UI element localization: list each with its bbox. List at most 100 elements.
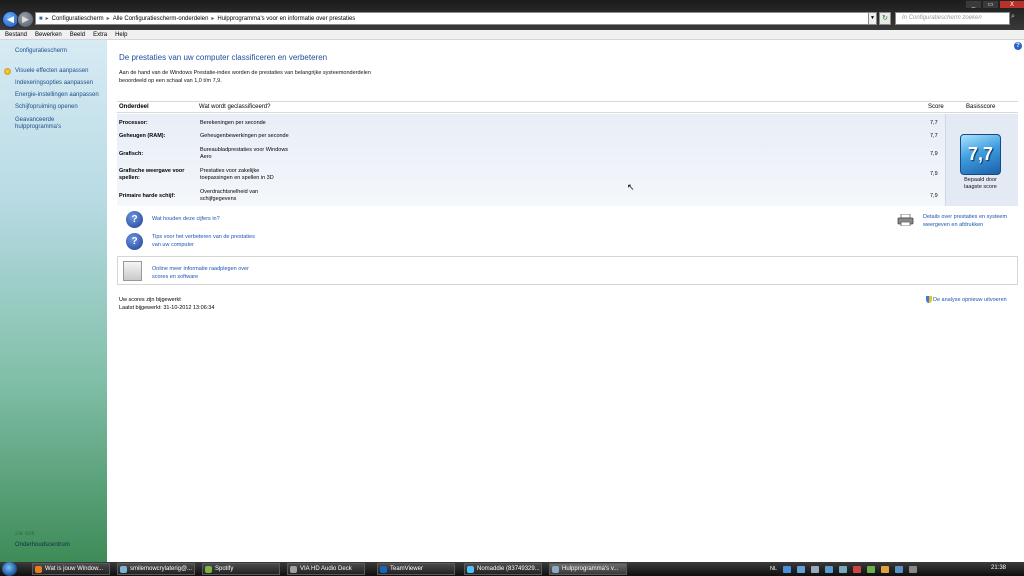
taskbar-item[interactable]: Spotify	[202, 563, 280, 575]
page-description-2: beoordeeld op een schaal van 1,0 t/m 7,9…	[119, 78, 222, 84]
sidebar-item-visual-effects[interactable]: Visuele effecten aanpassen	[15, 68, 89, 75]
tray-device-icon[interactable]	[811, 565, 820, 573]
details-link-2[interactable]: weergeven en afdrukken	[923, 221, 983, 229]
chevron-down-icon: ▼	[870, 15, 875, 21]
row-memory-score: 7,7	[930, 133, 938, 139]
tray-spotify-icon[interactable]	[867, 565, 876, 573]
taskbar-item[interactable]: Wat is jouw Window...	[32, 563, 110, 575]
search-icon[interactable]: ⌕	[1011, 13, 1015, 21]
tips-link-2[interactable]: van uw computer	[152, 241, 194, 249]
app-icon	[290, 566, 297, 573]
menu-beeld[interactable]: Beeld	[65, 32, 88, 38]
arrow-right-icon: ▶	[22, 14, 29, 24]
base-score-caption-line1: Bepaald door	[964, 177, 997, 183]
online-info-link[interactable]: Online meer informatie raadplegen over	[152, 265, 249, 273]
tray-volume-icon[interactable]	[895, 565, 904, 573]
language-indicator[interactable]: NL	[770, 566, 777, 572]
see-also-label: Zie ook	[15, 531, 35, 537]
row-gaming-label-2: spellen:	[119, 175, 140, 181]
row-graphics-desc-2: Aero	[200, 154, 212, 160]
maximize-button[interactable]: ▭	[982, 0, 999, 9]
col-rated: Wat wordt geclassificeerd?	[199, 104, 271, 110]
row-graphics-label: Grafisch:	[119, 151, 144, 157]
base-score-tile: 7,7	[960, 134, 1001, 175]
row-gaming-desc: Prestaties voor zakelijke	[200, 168, 260, 174]
tray-security-icon[interactable]	[853, 565, 862, 573]
sidebar-item-advanced-tools-2[interactable]: hulpprogramma's	[15, 124, 61, 131]
row-processor-score: 7,7	[930, 120, 938, 126]
row-disk-desc: Overdrachtsnelheid van	[200, 189, 259, 195]
taskbar-item-active[interactable]: Hulpprogramma's v...	[549, 563, 627, 575]
taskbar-item[interactable]: Nomaddie (83749329...	[464, 563, 542, 575]
app-icon	[467, 566, 474, 573]
taskbar-item[interactable]: VIA HD Audio Deck	[287, 563, 365, 575]
menu-bar: Bestand Bewerken Beeld Extra Help	[0, 30, 1024, 40]
col-score: Score	[928, 104, 944, 110]
row-gaming-desc-2: toepassingen en spellen in 3D	[200, 175, 274, 181]
row-processor-desc: Berekeningen per seconde	[200, 120, 266, 126]
arrow-left-icon: ◀	[7, 14, 14, 24]
col-component: Onderdeel	[119, 104, 149, 110]
search-input[interactable]: In Configuratiescherm zoeken	[895, 12, 1010, 25]
sidebar-item-advanced-tools[interactable]: Geavanceerde	[15, 117, 54, 124]
printer-icon	[897, 214, 914, 226]
details-link[interactable]: Details over prestaties en systeem	[923, 213, 1007, 221]
close-button[interactable]: X	[999, 0, 1024, 9]
col-base-score: Basisscore	[966, 104, 996, 110]
taskbar-item[interactable]: smilemowcrylaterig@...	[117, 563, 195, 575]
address-bar[interactable]: ■ ▸ Configuratiescherm ▸ Alle Configurat…	[35, 12, 875, 25]
taskbar-item[interactable]: TeamViewer	[377, 563, 455, 575]
sidebar-item-indexing[interactable]: Indexeringsopties aanpassen	[15, 80, 93, 87]
table-header: Onderdeel Wat wordt geclassificeerd? Sco…	[117, 101, 1018, 113]
row-disk-score: 7,9	[930, 193, 938, 199]
base-score-caption: Bepaald door laagste score	[954, 177, 1007, 191]
tray-update-icon[interactable]	[881, 565, 890, 573]
numbers-meaning-link[interactable]: Wat houden deze cijfers in?	[152, 215, 220, 223]
row-gaming-score: 7,9	[930, 171, 938, 177]
tray-teamviewer-icon[interactable]	[797, 565, 806, 573]
sidebar-item-action-center[interactable]: Onderhoudscentrum	[15, 542, 70, 549]
tray-power-icon[interactable]	[909, 565, 918, 573]
row-disk-desc-2: schijfgegevens	[200, 196, 237, 202]
status-updated: Uw scores zijn bijgewerkt	[119, 297, 181, 303]
row-processor-label: Processor:	[119, 120, 148, 126]
online-info-link-2[interactable]: scores en software	[152, 273, 198, 281]
tips-link[interactable]: Tips voor het verbeteren van de prestati…	[152, 233, 255, 241]
system-tray: NL	[770, 563, 1024, 575]
help-question-icon: ?	[126, 211, 143, 228]
menu-bestand[interactable]: Bestand	[0, 32, 30, 38]
row-gaming-label: Grafische weergave voor	[119, 168, 185, 174]
mouse-cursor-icon: ↖	[627, 182, 635, 192]
sidebar-item-power[interactable]: Energie-instellingen aanpassen	[15, 92, 99, 99]
sidebar-item-disk-cleanup[interactable]: Schijfopruiming openen	[15, 104, 78, 111]
breadcrumb-item[interactable]: Configuratiescherm	[49, 16, 107, 22]
forward-button[interactable]: ▶	[17, 11, 34, 28]
help-question-icon: ?	[126, 233, 143, 250]
rerun-assessment-link[interactable]: De analyse opnieuw uitvoeren	[933, 296, 1007, 304]
control-panel-icon: ■	[39, 15, 43, 22]
breadcrumb-item[interactable]: Hulpprogramma's voor en informatie over …	[214, 16, 358, 22]
minimize-button[interactable]: _	[965, 0, 982, 9]
menu-extra[interactable]: Extra	[88, 32, 110, 38]
sidebar-home-link[interactable]: Configuratiescherm	[15, 48, 67, 55]
row-disk-label: Primaire harde schijf:	[119, 193, 176, 199]
menu-bewerken[interactable]: Bewerken	[30, 32, 65, 38]
row-memory-label: Geheugen (RAM):	[119, 133, 166, 139]
refresh-button[interactable]: ↻	[879, 12, 891, 25]
breadcrumb-item[interactable]: Alle Configuratiescherm-onderdelen	[110, 16, 212, 22]
page-title: De prestaties van uw computer classifice…	[119, 53, 328, 62]
menu-help[interactable]: Help	[110, 32, 130, 38]
tray-network-icon[interactable]	[783, 565, 792, 573]
tray-display-icon[interactable]	[825, 565, 834, 573]
taskbar-clock[interactable]: 21:38	[991, 565, 1006, 571]
refresh-icon: ↻	[882, 15, 888, 22]
online-info-box	[117, 256, 1018, 285]
window-controls: _ ▭ X	[965, 0, 1024, 9]
help-icon[interactable]: ?	[1014, 42, 1022, 50]
shield-icon	[4, 68, 11, 75]
tray-app-icon[interactable]	[839, 565, 848, 573]
address-dropdown-button[interactable]: ▼	[868, 12, 877, 25]
start-button[interactable]	[2, 562, 17, 576]
status-last-updated: Laatst bijgewerkt: 31-10-2012 13:06:34	[119, 305, 215, 311]
app-icon	[552, 566, 559, 573]
